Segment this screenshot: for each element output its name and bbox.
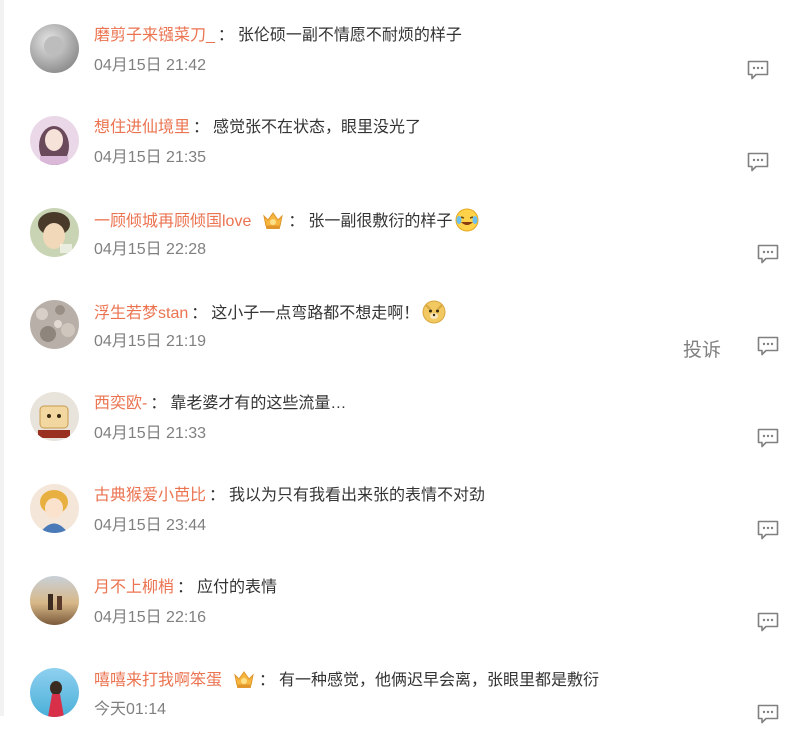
comment-separator: ： [150, 395, 167, 412]
comment-username[interactable]: 一顾倾城再顾倾国love [94, 213, 251, 230]
avatar[interactable] [30, 24, 79, 73]
avatar[interactable] [30, 576, 79, 625]
comment-username[interactable]: 古典猴爱小芭比 [94, 487, 206, 504]
comment-item: 磨剪子来镪菜刀_：张伦硕一副不情愿不耐烦的样子 04月15日 21:42 [0, 0, 796, 92]
avatar[interactable] [30, 392, 79, 441]
reply-icon[interactable] [757, 428, 779, 448]
comment-separator: ： [209, 487, 226, 504]
comment-line: 浮生若梦stan：这小子一点弯路都不想走啊！ [94, 300, 446, 324]
comment-line: 想住进仙境里：感觉张不在状态，眼里没光了 [94, 116, 421, 140]
comment-item: 浮生若梦stan：这小子一点弯路都不想走啊！ 04月15日 21:19 [0, 276, 796, 368]
avatar[interactable] [30, 484, 79, 533]
comment-text: 有一种感觉，他俩迟早会离，张眼里都是敷衍 [279, 672, 600, 689]
comment-separator: ： [288, 213, 305, 230]
comment-line: 古典猴爱小芭比：我以为只有我看出来张的表情不对劲 [94, 484, 485, 508]
comment-text: 这小子一点弯路都不想走啊！ [211, 305, 420, 322]
comment-line: 西奕欧-：靠老婆才有的这些流量… [94, 392, 346, 416]
comment-time: 04月15日 23:44 [94, 517, 207, 534]
comment-text: 靠老婆才有的这些流量… [170, 395, 347, 412]
comment-separator: ： [193, 119, 210, 136]
comment-line: 磨剪子来镪菜刀_：张伦硕一副不情愿不耐烦的样子 [94, 24, 462, 48]
comment-item: 想住进仙境里：感觉张不在状态，眼里没光了 04月15日 21:35 [0, 92, 796, 184]
comment-text: 应付的表情 [197, 579, 278, 596]
laughing-tears-emoji [455, 208, 479, 232]
comment-text: 张伦硕一副不情愿不耐烦的样子 [237, 27, 462, 44]
comment-item: 西奕欧-：靠老婆才有的这些流量… 04月15日 21:33 [0, 368, 796, 460]
comment-time: 04月15日 21:33 [94, 425, 207, 442]
comment-item: 一顾倾城再顾倾国love ：张一副很敷衍的样子 04月15日 22:28 [0, 184, 796, 276]
avatar[interactable] [30, 116, 79, 165]
comment-time: 04月15日 22:16 [94, 609, 207, 626]
comment-time: 04月15日 21:42 [94, 57, 207, 74]
avatar[interactable] [30, 208, 79, 257]
reply-icon[interactable] [757, 612, 779, 632]
comment-line: 月不上柳梢：应付的表情 [94, 576, 277, 600]
crown-badge-icon [232, 668, 256, 690]
comment-username[interactable]: 想住进仙境里 [94, 119, 190, 136]
comment-separator: ： [191, 305, 208, 322]
reply-icon[interactable] [757, 520, 779, 540]
reply-icon[interactable] [747, 60, 769, 80]
comment-text: 感觉张不在状态，眼里没光了 [213, 119, 422, 136]
reply-icon[interactable] [757, 336, 779, 356]
comment-item: 古典猴爱小芭比：我以为只有我看出来张的表情不对劲 04月15日 23:44 [0, 460, 796, 552]
report-button[interactable]: 投诉 [683, 335, 721, 362]
comment-line: 一顾倾城再顾倾国love ：张一副很敷衍的样子 [94, 208, 479, 232]
comment-username[interactable]: 月不上柳梢 [94, 579, 174, 596]
doge-emoji [422, 300, 446, 324]
comment-username[interactable]: 磨剪子来镪菜刀_ [94, 27, 215, 44]
comment-separator: ： [217, 27, 234, 44]
comment-username[interactable]: 西奕欧- [94, 395, 147, 412]
comment-text: 张一副很敷衍的样子 [308, 213, 453, 230]
comment-text: 我以为只有我看出来张的表情不对劲 [229, 487, 486, 504]
comment-username[interactable]: 嘻嘻来打我啊笨蛋 [94, 672, 222, 689]
comment-time: 04月15日 21:19 [94, 333, 207, 350]
comment-separator: ： [259, 672, 276, 689]
reply-icon[interactable] [757, 244, 779, 264]
reply-icon[interactable] [747, 152, 769, 172]
comment-time: 04月15日 22:28 [94, 241, 207, 258]
comment-line: 嘻嘻来打我啊笨蛋 ：有一种感觉，他俩迟早会离，张眼里都是敷衍 [94, 668, 599, 692]
avatar[interactable] [30, 668, 79, 717]
comment-item: 月不上柳梢：应付的表情 04月15日 22:16 [0, 552, 796, 644]
reply-icon[interactable] [757, 704, 779, 724]
comment-username[interactable]: 浮生若梦stan [94, 305, 188, 322]
comment-item: 嘻嘻来打我啊笨蛋 ：有一种感觉，他俩迟早会离，张眼里都是敷衍 今天01:14 [0, 644, 796, 736]
comment-time: 今天01:14 [94, 701, 167, 718]
avatar[interactable] [30, 300, 79, 349]
comment-time: 04月15日 21:35 [94, 149, 207, 166]
crown-badge-icon [261, 209, 285, 231]
comment-separator: ： [177, 579, 194, 596]
